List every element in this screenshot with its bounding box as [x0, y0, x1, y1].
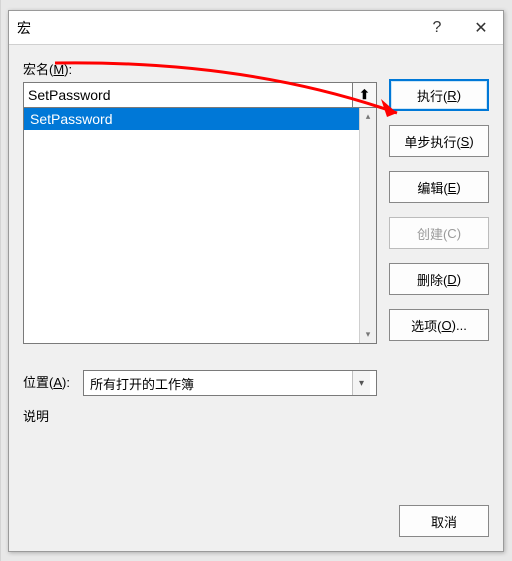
location-select[interactable]: 所有打开的工作簿 ▾ — [83, 370, 377, 396]
step-button[interactable]: 单步执行(S) — [389, 125, 489, 157]
description-label: 说明 — [23, 406, 377, 425]
help-button[interactable]: ? — [415, 11, 459, 45]
scroll-track[interactable] — [360, 125, 376, 326]
location-value: 所有打开的工作簿 — [90, 374, 352, 393]
macro-name-label: 宏名(M): — [23, 59, 377, 78]
location-row: 位置(A): 所有打开的工作簿 ▾ — [23, 370, 377, 396]
macro-name-input[interactable] — [23, 82, 353, 108]
dialog-footer: 取消 — [9, 505, 503, 551]
dialog-title: 宏 — [17, 18, 415, 38]
macro-dialog: 宏 ? ✕ 宏名(M): ⬆ S — [8, 10, 504, 552]
delete-button[interactable]: 删除(D) — [389, 263, 489, 295]
location-label: 位置(A): — [23, 372, 83, 391]
list-item[interactable]: SetPassword — [24, 108, 376, 130]
scrollbar[interactable]: ▴ ▾ — [359, 108, 376, 343]
go-up-button[interactable]: ⬆ — [353, 82, 377, 108]
cancel-button[interactable]: 取消 — [399, 505, 489, 537]
run-button[interactable]: 执行(R) — [389, 79, 489, 111]
macro-list[interactable]: SetPassword ▴ ▾ — [23, 108, 377, 344]
edit-button[interactable]: 编辑(E) — [389, 171, 489, 203]
scroll-up-icon[interactable]: ▴ — [360, 108, 376, 125]
chevron-down-icon[interactable]: ▾ — [352, 371, 370, 395]
close-button[interactable]: ✕ — [459, 11, 503, 45]
right-column: 执行(R) 单步执行(S) 编辑(E) 创建(C) 删除(D) 选项(O)... — [389, 59, 489, 501]
up-arrow-icon: ⬆ — [359, 87, 370, 103]
options-button[interactable]: 选项(O)... — [389, 309, 489, 341]
macro-name-row: ⬆ — [23, 82, 377, 108]
spreadsheet-background: 宏 ? ✕ 宏名(M): ⬆ S — [0, 0, 512, 561]
create-button: 创建(C) — [389, 217, 489, 249]
left-column: 宏名(M): ⬆ SetPassword ▴ ▾ — [23, 59, 377, 501]
scroll-down-icon[interactable]: ▾ — [360, 326, 376, 343]
titlebar: 宏 ? ✕ — [9, 11, 503, 45]
dialog-body: 宏名(M): ⬆ SetPassword ▴ ▾ — [9, 45, 503, 505]
